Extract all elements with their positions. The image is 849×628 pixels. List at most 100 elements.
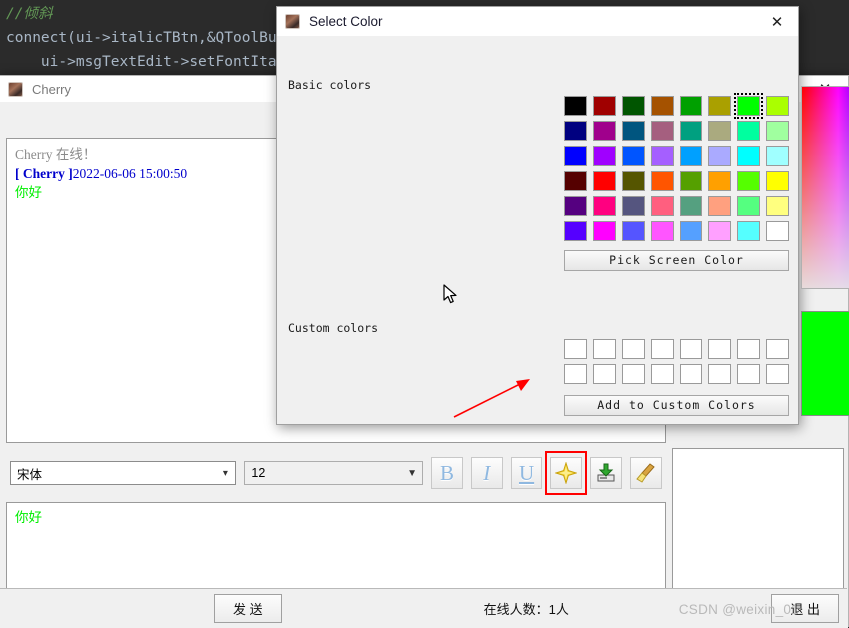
- basic-color-swatch[interactable]: [708, 221, 732, 241]
- custom-color-swatch[interactable]: [679, 339, 703, 359]
- basic-color-swatch[interactable]: [766, 121, 789, 141]
- basic-color-swatch[interactable]: [737, 146, 761, 166]
- save-download-icon: [597, 463, 615, 482]
- font-family-combo[interactable]: 宋体 ▾: [10, 461, 237, 485]
- basic-color-swatch[interactable]: [621, 221, 645, 241]
- basic-color-swatch[interactable]: [621, 146, 645, 166]
- close-icon[interactable]: ✕: [756, 7, 798, 36]
- basic-color-swatch[interactable]: [737, 121, 761, 141]
- dialog-titlebar: Select Color ✕: [277, 7, 798, 36]
- custom-color-swatch[interactable]: [592, 364, 616, 384]
- basic-color-swatch[interactable]: [650, 121, 674, 141]
- custom-color-swatch[interactable]: [679, 364, 703, 384]
- send-button[interactable]: 发 送: [214, 594, 282, 623]
- chevron-down-icon: ▾: [222, 467, 228, 479]
- basic-color-swatch[interactable]: [564, 171, 587, 191]
- bold-button[interactable]: B: [431, 457, 463, 489]
- custom-color-swatch[interactable]: [564, 364, 587, 384]
- app-icon: [285, 14, 300, 29]
- basic-color-swatch[interactable]: [564, 121, 587, 141]
- basic-color-swatch[interactable]: [708, 146, 732, 166]
- basic-color-swatch[interactable]: [708, 96, 732, 116]
- status-bar: 发 送 在线人数：1人 退 出 CSDN @weixin_01: [0, 588, 847, 628]
- basic-color-swatch[interactable]: [650, 171, 674, 191]
- custom-colors-grid: [564, 339, 789, 384]
- basic-color-swatch[interactable]: [592, 121, 616, 141]
- basic-color-swatch[interactable]: [650, 146, 674, 166]
- avatar-icon: [8, 81, 23, 97]
- basic-color-swatch[interactable]: [679, 121, 703, 141]
- italic-button[interactable]: I: [470, 457, 503, 489]
- basic-color-swatch[interactable]: [592, 146, 616, 166]
- basic-color-swatch[interactable]: [650, 196, 674, 216]
- pick-screen-color-button[interactable]: Pick Screen Color: [564, 250, 789, 271]
- basic-color-swatch[interactable]: [621, 121, 645, 141]
- dialog-title: Select Color: [309, 14, 383, 29]
- bold-icon: B: [439, 460, 454, 485]
- font-size-combo[interactable]: 12 ▼: [244, 461, 424, 485]
- underline-icon: U: [518, 460, 535, 485]
- basic-color-swatch[interactable]: [708, 121, 732, 141]
- custom-color-swatch[interactable]: [737, 364, 761, 384]
- basic-color-swatch[interactable]: [592, 221, 616, 241]
- online-user-list[interactable]: [672, 448, 844, 607]
- custom-color-swatch[interactable]: [766, 364, 789, 384]
- select-color-dialog: Select Color ✕ Basic colors Pick Screen …: [276, 6, 849, 425]
- basic-color-swatch[interactable]: [708, 171, 732, 191]
- basic-color-swatch[interactable]: [621, 96, 645, 116]
- add-to-custom-colors-button[interactable]: Add to Custom Colors: [564, 395, 789, 416]
- exit-button[interactable]: 退 出: [771, 594, 839, 623]
- basic-color-swatch[interactable]: [679, 171, 703, 191]
- basic-color-swatch[interactable]: [766, 146, 789, 166]
- basic-color-swatch[interactable]: [766, 96, 789, 116]
- underline-button[interactable]: U: [510, 457, 543, 489]
- basic-color-swatch[interactable]: [766, 196, 789, 216]
- basic-color-swatch[interactable]: [679, 146, 703, 166]
- basic-color-swatch[interactable]: [621, 196, 645, 216]
- custom-color-swatch[interactable]: [708, 364, 732, 384]
- basic-color-swatch[interactable]: [737, 171, 761, 191]
- font-size-value: 12: [251, 466, 266, 480]
- custom-color-swatch[interactable]: [621, 339, 645, 359]
- basic-color-swatch[interactable]: [737, 196, 761, 216]
- code-line-setfontitalic: ui->msgTextEdit->setFontItalic: [6, 54, 303, 70]
- basic-color-swatch[interactable]: [734, 93, 764, 119]
- basic-color-swatch[interactable]: [592, 171, 616, 191]
- clear-format-button[interactable]: [630, 457, 663, 489]
- code-line-comment: //倾斜: [6, 6, 53, 22]
- custom-color-swatch[interactable]: [650, 364, 674, 384]
- custom-color-swatch[interactable]: [621, 364, 645, 384]
- basic-color-swatch[interactable]: [650, 221, 674, 241]
- custom-color-swatch[interactable]: [737, 339, 761, 359]
- basic-color-swatch[interactable]: [564, 196, 587, 216]
- custom-color-swatch[interactable]: [766, 339, 789, 359]
- chat-timestamp: 2022-06-06 15:00:50: [72, 166, 188, 181]
- basic-color-swatch[interactable]: [679, 221, 703, 241]
- basic-color-swatch[interactable]: [679, 96, 703, 116]
- basic-color-swatch[interactable]: [592, 96, 616, 116]
- save-button[interactable]: [590, 457, 623, 489]
- custom-color-swatch[interactable]: [564, 339, 587, 359]
- basic-color-swatch[interactable]: [592, 196, 616, 216]
- basic-color-swatch[interactable]: [564, 96, 587, 116]
- basic-color-swatch[interactable]: [708, 196, 732, 216]
- basic-color-swatch[interactable]: [679, 196, 703, 216]
- color-preview-swatch: [801, 311, 849, 416]
- basic-color-swatch[interactable]: [621, 171, 645, 191]
- custom-color-swatch[interactable]: [708, 339, 732, 359]
- basic-color-swatch[interactable]: [564, 146, 587, 166]
- italic-icon: I: [483, 460, 491, 485]
- triangle-down-icon: ▼: [407, 467, 418, 479]
- cherry-window-title: Cherry: [32, 81, 72, 97]
- basic-color-swatch[interactable]: [766, 171, 789, 191]
- basic-color-swatch[interactable]: [737, 221, 761, 241]
- font-family-value: 宋体: [17, 467, 43, 482]
- basic-color-swatch[interactable]: [766, 221, 789, 241]
- custom-color-swatch[interactable]: [592, 339, 616, 359]
- basic-color-swatch[interactable]: [650, 96, 674, 116]
- basic-color-swatch[interactable]: [564, 221, 587, 241]
- saturation-value-gradient[interactable]: [801, 86, 849, 289]
- text-color-button[interactable]: [550, 457, 583, 489]
- custom-color-swatch[interactable]: [650, 339, 674, 359]
- broom-clear-format-icon: [636, 463, 655, 483]
